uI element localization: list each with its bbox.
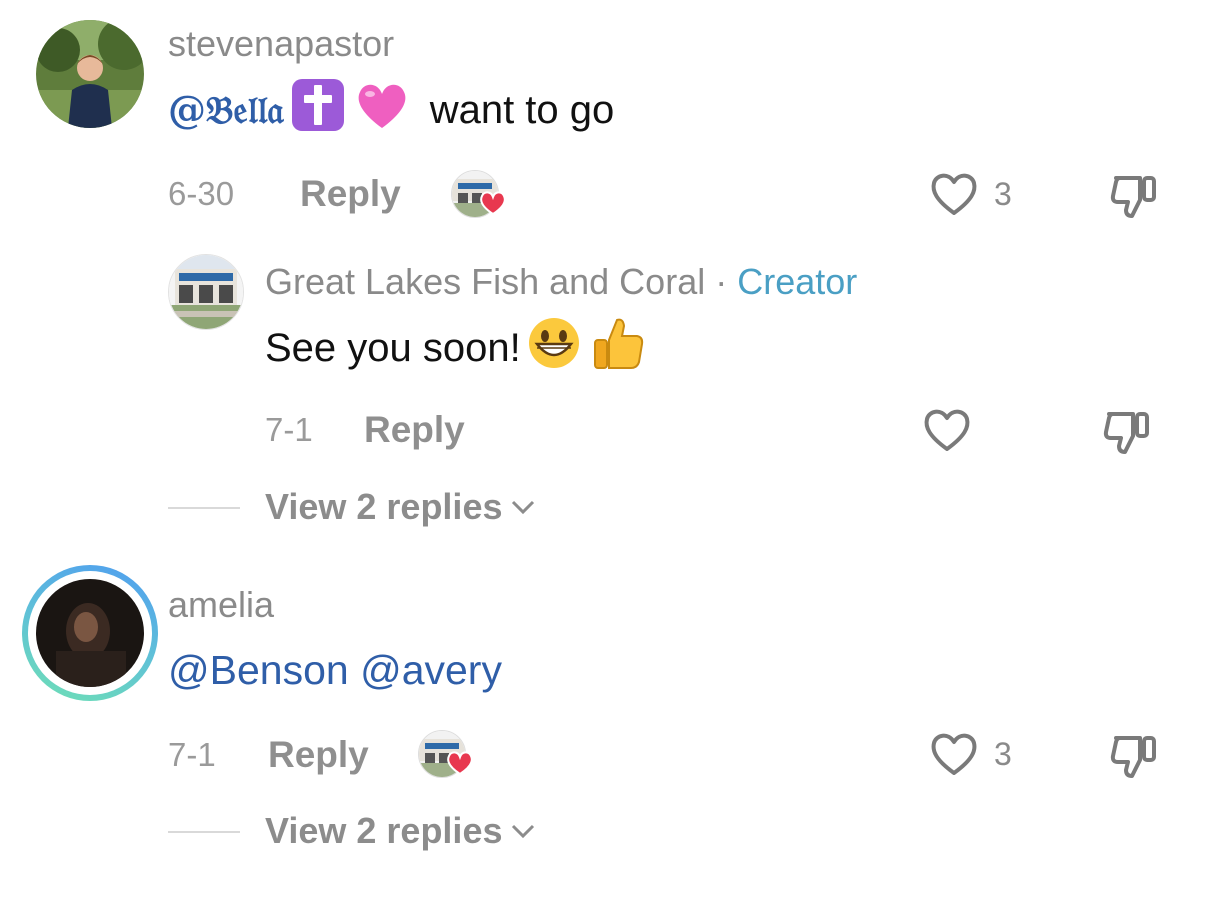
mention-link[interactable]: @Benson @avery — [168, 646, 502, 694]
like-button[interactable] — [921, 406, 987, 454]
heart-outline-icon — [931, 173, 977, 215]
comment-username-line: Great Lakes Fish and Coral · Creator — [265, 260, 857, 304]
chevron-down-icon — [512, 824, 535, 839]
view-replies-button[interactable]: View 2 replies — [265, 809, 536, 853]
dislike-icon — [1110, 736, 1156, 778]
avatar-amelia[interactable] — [22, 565, 158, 701]
like-button[interactable]: 3 — [928, 170, 1012, 218]
heart-outline-icon — [924, 409, 970, 451]
dislike-button[interactable] — [1101, 406, 1153, 461]
cross-emoji — [290, 77, 346, 144]
like-button[interactable]: 3 — [928, 730, 1012, 778]
reply-button[interactable]: Reply — [364, 408, 465, 452]
comment-body: want to go — [429, 88, 615, 132]
thumbs-up-emoji — [589, 314, 647, 383]
chevron-down-icon — [512, 500, 535, 515]
comment-username[interactable]: stevenapastor — [168, 22, 394, 66]
pink-heart-emoji — [354, 78, 410, 143]
comment-body: See you soon! — [265, 326, 521, 370]
avatar-stevenapastor[interactable] — [36, 20, 144, 128]
comment-date: 7-1 — [265, 411, 313, 448]
mention-link[interactable]: @𝔅𝔢𝔩𝔩𝔞 — [168, 86, 284, 134]
comment-date: 7-1 — [168, 736, 216, 773]
reply-button[interactable]: Reply — [268, 733, 369, 777]
view-replies-divider — [168, 507, 240, 509]
dislike-button[interactable] — [1108, 170, 1160, 225]
creator-liked-badge — [451, 170, 507, 220]
dislike-icon — [1103, 412, 1149, 454]
comment-text: See you soon! — [265, 317, 647, 376]
creator-badge: Creator — [737, 261, 858, 302]
view-replies-divider — [168, 831, 240, 833]
dislike-icon — [1110, 176, 1156, 218]
comment-username[interactable]: Great Lakes Fish and Coral — [265, 261, 705, 302]
avatar-great-lakes-fish-and-coral[interactable] — [168, 254, 244, 330]
view-replies-button[interactable]: View 2 replies — [265, 485, 536, 529]
grinning-emoji — [527, 316, 581, 381]
name-separator: · — [705, 261, 738, 302]
dislike-button[interactable] — [1108, 730, 1160, 785]
view-replies-label: View 2 replies — [265, 810, 503, 851]
like-count: 3 — [994, 176, 1012, 212]
creator-liked-badge — [418, 730, 474, 780]
reply-button[interactable]: Reply — [300, 172, 401, 216]
view-replies-label: View 2 replies — [265, 486, 503, 527]
comment-text: @𝔅𝔢𝔩𝔩𝔞 want to go — [168, 78, 615, 138]
heart-outline-icon — [931, 733, 977, 775]
heart-badge-icon — [447, 751, 473, 776]
comment-username[interactable]: amelia — [168, 583, 274, 627]
like-count: 3 — [994, 736, 1012, 772]
heart-badge-icon — [480, 191, 506, 216]
comment-date: 6-30 — [168, 175, 235, 212]
